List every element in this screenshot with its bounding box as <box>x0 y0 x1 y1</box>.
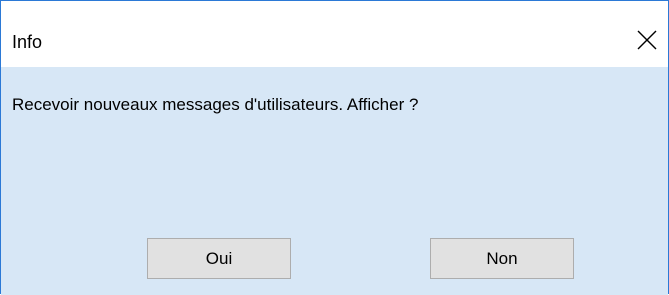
title-bar: Info <box>1 1 668 67</box>
no-button[interactable]: Non <box>430 238 574 279</box>
dialog-title: Info <box>12 32 43 52</box>
dialog-message: Recevoir nouveaux messages d'utilisateur… <box>12 95 419 114</box>
dialog-body: Recevoir nouveaux messages d'utilisateur… <box>1 67 668 295</box>
info-dialog: Info Recevoir nouveaux messages d'utilis… <box>0 0 669 295</box>
close-icon <box>637 30 657 50</box>
close-button[interactable] <box>626 19 668 61</box>
yes-button[interactable]: Oui <box>147 238 291 279</box>
